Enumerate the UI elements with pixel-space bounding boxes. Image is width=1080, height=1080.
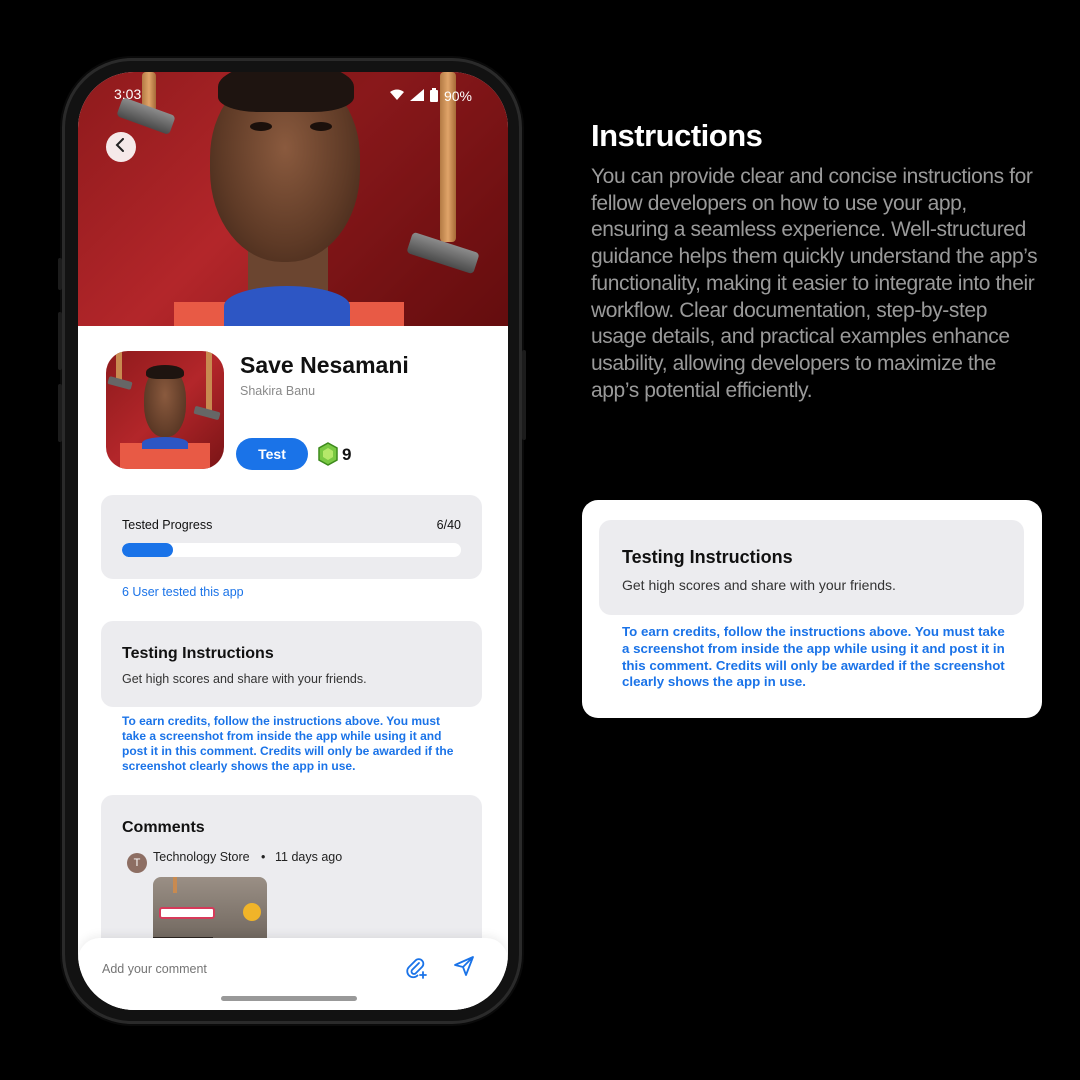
progress-count: 6/40 [436,518,461,532]
app-icon [106,351,224,469]
credits-note: To earn credits, follow the instructions… [122,714,454,773]
signal-icon [409,88,424,104]
wifi-icon [389,88,404,104]
testing-instructions-card: Testing Instructions Get high scores and… [101,621,482,707]
status-bar: 3:03 90% [114,86,472,106]
send-icon[interactable] [452,954,476,978]
avatar[interactable]: T [127,853,147,873]
comment-bar [78,938,508,1010]
progress-label: Tested Progress [122,518,213,532]
side-body: You can provide clear and concise instru… [591,165,1038,402]
zoomed-credits-note: To earn credits, follow the instructions… [622,624,1005,690]
progress-bar-fill [122,543,173,557]
tested-users-link[interactable]: 6 User tested this app [122,585,244,599]
zoomed-instructions-card: Testing Instructions Get high scores and… [582,500,1042,718]
side-heading: Instructions [591,118,763,153]
phone-volume-down [58,384,62,442]
gem-icon [318,442,338,466]
app-author[interactable]: Shakira Banu [240,384,315,398]
back-button[interactable] [106,132,136,162]
tested-progress-card: Tested Progress 6/40 [101,495,482,579]
home-indicator [221,996,357,1001]
zoomed-instructions-title: Testing Instructions [622,547,793,567]
comment-separator: • [261,850,266,864]
instructions-body: Get high scores and share with your frie… [122,672,367,686]
battery-percent: 90% [443,88,472,104]
chevron-left-icon [115,137,127,157]
phone-screen: 3:03 90% Save Nesamani Shakira Banu Test… [78,72,508,1010]
progress-bar [122,543,461,557]
comment-time: 11 days ago [275,850,343,864]
phone-volume-up [58,312,62,370]
zoomed-instructions-body: Get high scores and share with your frie… [622,577,896,593]
comment-input[interactable] [102,962,362,976]
battery-icon [429,87,438,105]
app-title: Save Nesamani [240,352,409,378]
phone-power-button [522,350,526,440]
hero-image: 3:03 90% [78,72,508,326]
comment-author[interactable]: Technology Store [153,850,250,864]
status-time: 3:03 [114,86,142,102]
phone-side-button [58,258,62,290]
credits-count: 9 [342,445,352,464]
comments-title: Comments [122,819,205,836]
attachment-icon[interactable] [404,956,428,980]
test-button[interactable]: Test [236,438,308,470]
instructions-title: Testing Instructions [122,645,274,662]
